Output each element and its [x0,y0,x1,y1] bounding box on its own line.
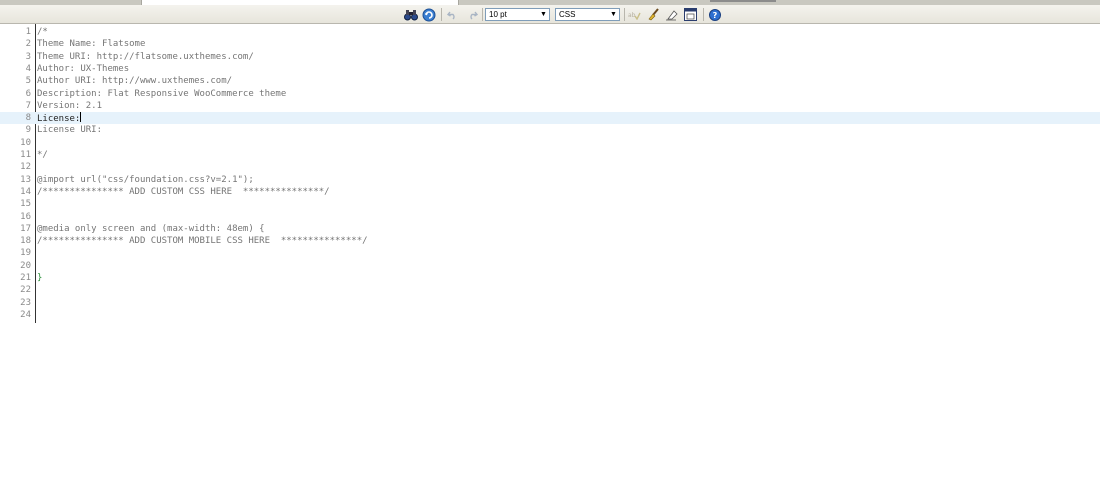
code-line[interactable]: 11 */ [0,149,1100,161]
line-text: /*************** ADD CUSTOM CSS HERE ***… [37,186,330,197]
code-line[interactable]: 8 License: [0,112,1100,125]
redo-icon[interactable] [465,7,479,22]
code-line[interactable]: 18 /*************** ADD CUSTOM MOBILE CSS… [0,235,1100,247]
line-number: 4 [25,63,31,74]
line-text: Theme Name: Flatsome [37,39,146,50]
code-line[interactable]: 9 License URI: [0,124,1100,136]
code-line[interactable]: 23 [0,297,1100,309]
line-number: 24 [20,309,31,320]
code-line[interactable]: 17 @media only screen and (max-width: 48e… [0,223,1100,235]
svg-text:?: ? [712,11,717,20]
code-line[interactable]: 6 Description: Flat Responsive WooCommerc… [0,88,1100,100]
toolbar-separator [482,8,483,21]
line-number: 23 [20,297,31,308]
svg-text:ab: ab [628,12,636,19]
code-line[interactable]: 2 Theme Name: Flatsome [0,38,1100,50]
code-line[interactable]: 1 /* [0,26,1100,38]
editor-toolbar: 10 pt ▼ CSS ▼ ab ? [0,5,1100,24]
line-number: 20 [20,260,31,271]
toolbar-separator [703,8,704,21]
code-line[interactable]: 5 Author URI: http://www.uxthemes.com/ [0,75,1100,87]
line-number: 12 [20,162,31,173]
line-number: 16 [20,211,31,222]
refresh-icon[interactable] [421,7,437,22]
font-size-select[interactable]: 10 pt ▼ [485,8,550,21]
code-line[interactable]: 4 Author: UX-Themes [0,63,1100,75]
line-number: 7 [25,100,31,111]
syntax-select[interactable]: CSS ▼ [555,8,620,21]
line-number: 13 [20,174,31,185]
undo-icon[interactable] [445,7,459,22]
syntax-value: CSS [559,10,576,19]
line-number: 22 [20,285,31,296]
line-text: Author URI: http://www.uxthemes.com/ [37,76,233,87]
line-number: 18 [20,236,31,247]
code-line[interactable]: 15 [0,198,1100,210]
line-text: @media only screen and (max-width: 48em)… [37,223,265,234]
line-number: 15 [20,199,31,210]
code-line[interactable]: 14 /*************** ADD CUSTOM CSS HERE *… [0,186,1100,198]
line-number: 2 [25,39,31,50]
find-icon[interactable] [403,7,419,22]
code-line[interactable]: 22 [0,284,1100,296]
line-number: 8 [25,113,31,124]
line-text: Theme URI: http://flatsome.uxthemes.com/ [37,51,254,62]
code-line[interactable]: 10 [0,137,1100,149]
line-number: 14 [20,186,31,197]
text-cursor [80,112,82,123]
line-text: @import url("css/foundation.css?v=2.1"); [37,174,254,185]
line-text: */ [37,150,48,160]
spellcheck-icon[interactable]: ab [627,7,642,22]
toolbar-separator [624,8,625,21]
line-number: 19 [20,248,31,259]
line-text: /* [37,27,48,37]
preview-window-icon[interactable] [683,7,698,22]
code-line[interactable]: 12 [0,161,1100,173]
line-text: Description: Flat Responsive WooCommerce… [37,88,287,99]
line-number: 10 [20,137,31,148]
line-number: 21 [20,273,31,283]
toolbar-separator [441,8,442,21]
line-text: License URI: [37,125,103,136]
line-number: 11 [20,150,31,160]
cleanup-brush-icon[interactable] [646,7,661,22]
code-line[interactable]: 13 @import url("css/foundation.css?v=2.1"… [0,174,1100,186]
line-number: 1 [25,27,31,37]
tab-indicator [710,0,776,2]
line-number: 6 [25,88,31,99]
code-editor[interactable]: 1 /* 2 Theme Name: Flatsome 3 Theme URI: http… [0,24,1100,487]
dropdown-arrow-icon: ▼ [610,11,617,18]
code-line[interactable]: 24 [0,309,1100,321]
eraser-icon[interactable] [664,7,679,22]
code-line[interactable]: 19 [0,247,1100,259]
line-number: 3 [25,51,31,62]
code-line[interactable]: 3 Theme URI: http://flatsome.uxthemes.com… [0,51,1100,63]
line-number: 5 [25,76,31,87]
line-number: 9 [25,125,31,136]
font-size-value: 10 pt [489,10,507,19]
line-text: Author: UX-Themes [37,63,130,74]
line-text: Version: 2.1 [37,100,103,111]
code-line[interactable]: 16 [0,211,1100,223]
dropdown-arrow-icon: ▼ [540,11,547,18]
code-line[interactable]: 20 [0,260,1100,272]
code-line[interactable]: 21} [0,272,1100,284]
line-number: 17 [20,223,31,234]
line-text: } [37,273,43,283]
code-line[interactable]: 7 Version: 2.1 [0,100,1100,112]
help-icon[interactable]: ? [707,7,722,22]
line-text: /*************** ADD CUSTOM MOBILE CSS H… [37,236,368,247]
line-text: License: [37,112,82,125]
